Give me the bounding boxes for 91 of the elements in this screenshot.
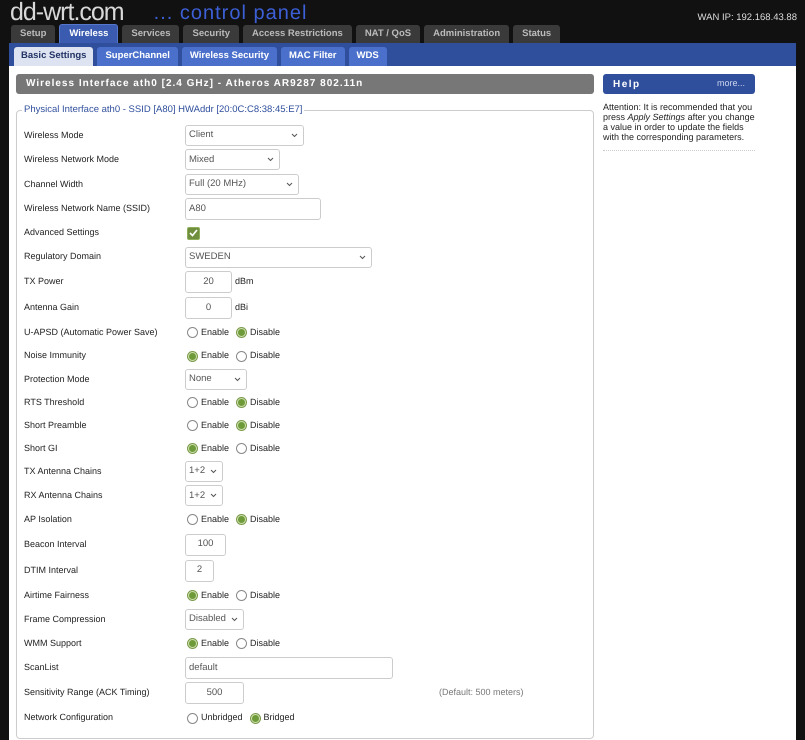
sub-tab[interactable]: WDS: [348, 47, 387, 66]
sub-tab[interactable]: MAC Filter: [281, 47, 344, 66]
setting-label: AP Isolation: [24, 513, 73, 526]
chevron-down-icon: [234, 376, 241, 382]
setting-label: ScanList: [24, 661, 60, 674]
radio-option[interactable]: Enable: [187, 349, 230, 363]
input-field[interactable]: A80: [185, 198, 321, 220]
chevron-down-icon: [210, 493, 217, 498]
setting-label: TX Power: [24, 275, 65, 288]
setting-label: Channel Width: [24, 178, 84, 190]
chevron-down-icon: [210, 469, 217, 474]
sub-tab[interactable]: Wireless Security: [182, 47, 277, 66]
input-field[interactable]: 2: [185, 560, 214, 582]
radio-option[interactable]: Disable: [236, 396, 280, 410]
unit-label: dBm: [235, 275, 254, 288]
dropdown[interactable]: Mixed: [185, 149, 280, 170]
sub-tab[interactable]: SuperChannel: [97, 47, 178, 66]
radio-option[interactable]: Enable: [187, 419, 230, 432]
chevron-down-icon: [291, 132, 298, 138]
setting-label: Antenna Gain: [24, 301, 80, 314]
default-note: (Default: 500 meters): [439, 686, 524, 700]
radio-option[interactable]: Enable: [187, 442, 230, 455]
radio-option[interactable]: Enable: [187, 326, 230, 340]
setting-label: Network Configuration: [24, 711, 114, 724]
setting-label: Wireless Mode: [24, 128, 85, 142]
radio-option[interactable]: Enable: [187, 636, 230, 650]
radio-option[interactable]: Disable: [236, 419, 280, 432]
radio-option[interactable]: Disable: [236, 636, 280, 650]
radio-option[interactable]: Enable: [187, 396, 230, 410]
chevron-down-icon: [359, 254, 366, 260]
setting-label: Regulatory Domain: [24, 250, 102, 264]
help-title: Help: [613, 78, 641, 92]
input-field[interactable]: default: [185, 656, 393, 679]
radio-option[interactable]: Disable: [236, 513, 280, 526]
dropdown[interactable]: SWEDEN: [185, 246, 372, 268]
fieldset-legend: Physical Interface ath0 - SSID [A80] HWAddr [20:0C:C8:38:45:E7]: [22, 104, 304, 116]
dropdown[interactable]: 1+2: [185, 485, 223, 506]
main-tab[interactable]: Wireless: [59, 24, 118, 43]
more-link[interactable]: more...: [716, 77, 745, 91]
radio-option[interactable]: Bridged: [250, 711, 295, 725]
input-field[interactable]: 500: [185, 682, 244, 704]
sub-tab[interactable]: Basic Settings: [14, 47, 94, 66]
main-tab[interactable]: Status: [513, 25, 560, 43]
setting-label: Frame Compression: [24, 612, 107, 626]
dropdown[interactable]: Disabled: [185, 608, 244, 630]
setting-label: DTIM Interval: [24, 564, 80, 577]
dropdown[interactable]: Full (20 MHz): [185, 174, 299, 195]
setting-label: Advanced Settings: [24, 226, 100, 240]
main-tab[interactable]: NAT / QoS: [356, 25, 420, 43]
section-title-bar: Wireless Interface ath0 [2.4 GHz] - Atheros AR9287 802.11n: [16, 74, 594, 94]
setting-label: Protection Mode: [24, 372, 91, 386]
unit-label: dBi: [235, 301, 248, 314]
setting-label: Airtime Fairness: [24, 588, 90, 602]
setting-label: U-APSD (Automatic Power Save): [24, 326, 159, 339]
setting-label: Short Preamble: [24, 419, 88, 432]
dropdown[interactable]: Client: [185, 124, 304, 146]
radio-option[interactable]: Disable: [236, 442, 280, 455]
input-field[interactable]: 100: [185, 534, 226, 556]
chevron-down-icon: [231, 616, 238, 622]
radio-option[interactable]: Enable: [187, 513, 230, 526]
chevron-down-icon: [286, 182, 293, 187]
main-tab[interactable]: Administration: [424, 25, 510, 43]
main-tab[interactable]: Security: [183, 25, 239, 43]
dropdown[interactable]: 1+2: [185, 461, 223, 482]
input-field[interactable]: 0: [185, 297, 232, 319]
chevron-down-icon: [267, 157, 274, 162]
radio-option[interactable]: Disable: [236, 326, 280, 340]
setting-label: Short GI: [24, 442, 59, 454]
radio-option[interactable]: Unbridged: [187, 711, 243, 725]
setting-label: Noise Immunity: [24, 349, 88, 362]
radio-option[interactable]: Disable: [236, 588, 280, 602]
help-text: Attention: It is recommended that you press Apply Settings after you change a value in order to update the fields with the corresponding parameters.: [603, 102, 755, 151]
dropdown[interactable]: None: [185, 368, 247, 390]
setting-label: RTS Threshold: [24, 396, 86, 409]
setting-label: WMM Support: [24, 636, 83, 650]
setting-label: RX Antenna Chains: [24, 489, 104, 502]
input-field[interactable]: 20: [185, 271, 232, 293]
setting-label: TX Antenna Chains: [24, 464, 103, 478]
setting-label: Wireless Network Name (SSID): [24, 202, 152, 215]
main-tab[interactable]: Services: [122, 25, 180, 43]
logo: dd-wrt.com: [10, 0, 124, 24]
radio-option[interactable]: Enable: [187, 588, 230, 602]
setting-label: Sensitivity Range (ACK Timing): [24, 686, 151, 700]
main-tab[interactable]: Setup: [11, 25, 56, 43]
main-tab[interactable]: Access Restrictions: [242, 25, 352, 43]
checkbox[interactable]: [187, 226, 200, 240]
setting-label: Wireless Network Mode: [24, 153, 120, 166]
wan-ip-text: WAN IP: 192.168.43.88: [698, 12, 797, 24]
tagline: ... control panel: [154, 2, 308, 24]
radio-option[interactable]: Disable: [236, 349, 280, 363]
setting-label: Beacon Interval: [24, 538, 88, 551]
